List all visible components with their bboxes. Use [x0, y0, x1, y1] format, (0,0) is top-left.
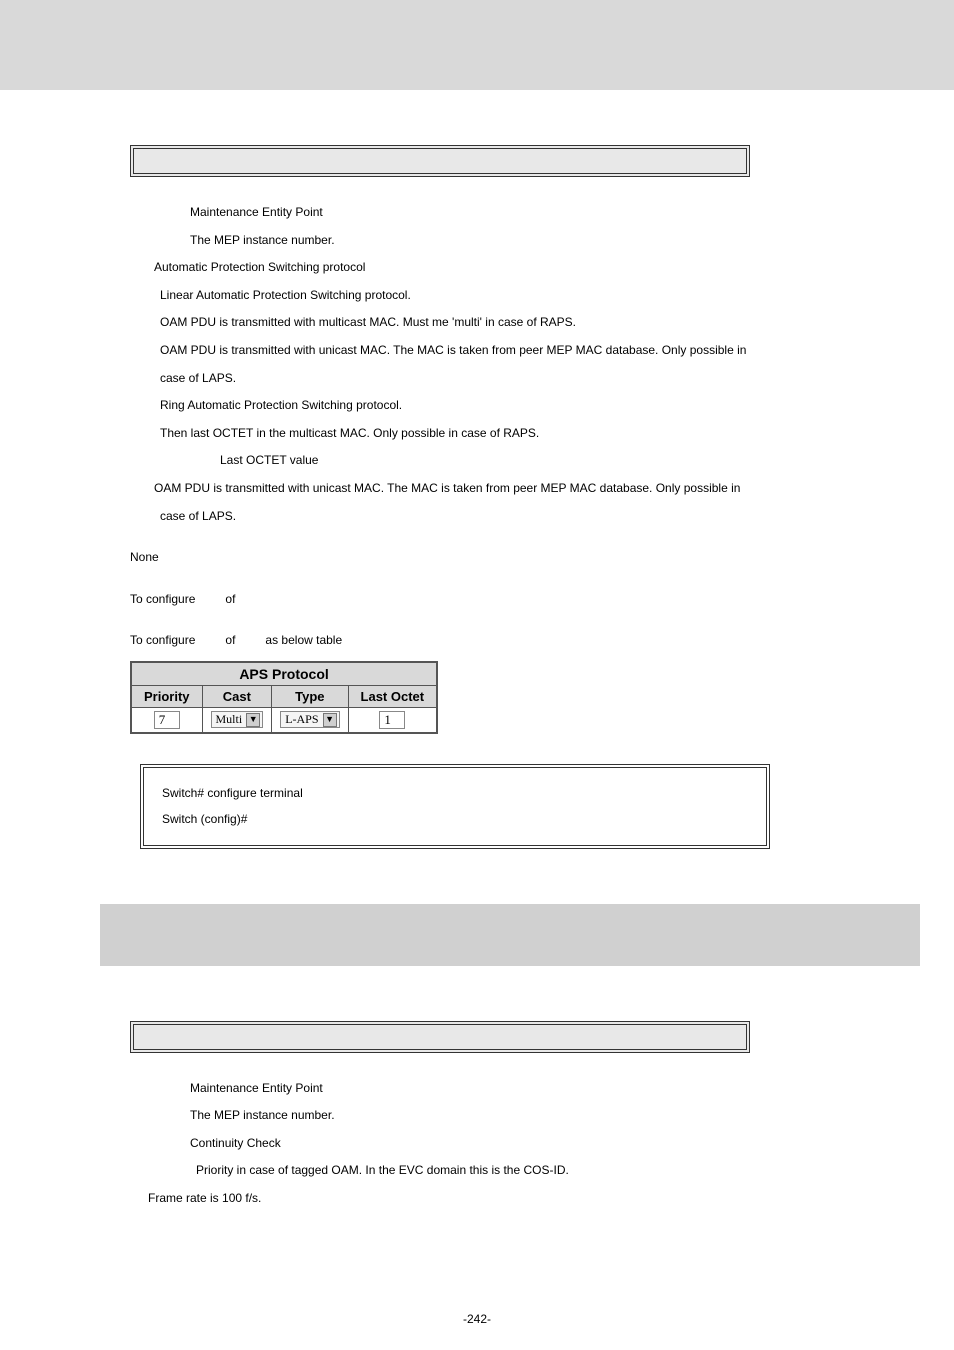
toconf2-a: To configure: [130, 633, 195, 647]
page-number: -242-: [0, 1312, 954, 1326]
cast-value: Multi: [216, 712, 243, 727]
def-unicast2-a: OAM PDU is transmitted with unicast MAC.…: [154, 475, 854, 503]
aps-header-cast: Cast: [202, 685, 272, 707]
cast-dropdown[interactable]: Multi ▼: [211, 711, 264, 728]
chevron-down-icon: ▼: [246, 713, 260, 727]
def-linear: Linear Automatic Protection Switching pr…: [160, 282, 854, 310]
def2-mep: Maintenance Entity Point: [190, 1075, 854, 1103]
def-lastoctet-intro: Then last OCTET in the multicast MAC. On…: [160, 420, 854, 448]
aps-header-priority: Priority: [131, 685, 202, 707]
chevron-down-icon: ▼: [323, 713, 337, 727]
none-line: None: [130, 544, 854, 572]
cli-line-2: Switch (config)#: [162, 806, 748, 832]
def-lastoctet-label: Last OCTET value: [220, 447, 854, 475]
def-unicast-a: OAM PDU is transmitted with unicast MAC.…: [160, 337, 854, 365]
def-ring: Ring Automatic Protection Switching prot…: [160, 392, 854, 420]
def-instance: The MEP instance number.: [190, 227, 854, 255]
type-dropdown[interactable]: L-APS ▼: [280, 711, 339, 728]
cli-example-box: Switch# configure terminal Switch (confi…: [140, 764, 770, 849]
def2-priority: Priority in case of tagged OAM. In the E…: [196, 1157, 854, 1185]
page-header-bar: [0, 0, 954, 90]
type-value: L-APS: [285, 712, 318, 727]
aps-header-lastoctet: Last Octet: [348, 685, 437, 707]
toconf2-c: as below table: [265, 633, 342, 647]
priority-input[interactable]: 7: [154, 711, 180, 729]
definitions-block-2: Maintenance Entity Point The MEP instanc…: [130, 1075, 854, 1213]
aps-protocol-table: APS Protocol Priority Cast Type Last Oct…: [130, 661, 438, 734]
toconf2-b: of: [225, 633, 235, 647]
lastoctet-input[interactable]: 1: [379, 711, 405, 729]
syntax-box-1: [130, 145, 750, 177]
toconfigure-1: To configure of: [130, 586, 854, 614]
aps-table-title: APS Protocol: [131, 662, 437, 686]
toconf1-b: of: [225, 592, 235, 606]
syntax-box-2: [130, 1021, 750, 1053]
definitions-block-1: Maintenance Entity Point The MEP instanc…: [130, 199, 854, 530]
section-divider-bar: [100, 904, 920, 966]
def-unicast2-b: case of LAPS.: [160, 503, 854, 531]
def-unicast-b: case of LAPS.: [160, 365, 854, 393]
aps-table-row: 7 Multi ▼ L-APS ▼ 1: [131, 707, 437, 733]
page-content: Maintenance Entity Point The MEP instanc…: [0, 90, 954, 1213]
def2-instance: The MEP instance number.: [190, 1102, 854, 1130]
toconf1-a: To configure: [130, 592, 195, 606]
def-mep: Maintenance Entity Point: [190, 199, 854, 227]
def2-frame-rate: Frame rate is 100 f/s.: [148, 1185, 854, 1213]
def-multicast: OAM PDU is transmitted with multicast MA…: [160, 309, 854, 337]
cli-line-1: Switch# configure terminal: [162, 780, 748, 806]
def2-cc: Continuity Check: [190, 1130, 854, 1158]
toconfigure-2: To configure of as below table: [130, 627, 854, 655]
aps-header-type: Type: [272, 685, 348, 707]
def-aps: Automatic Protection Switching protocol: [154, 254, 854, 282]
